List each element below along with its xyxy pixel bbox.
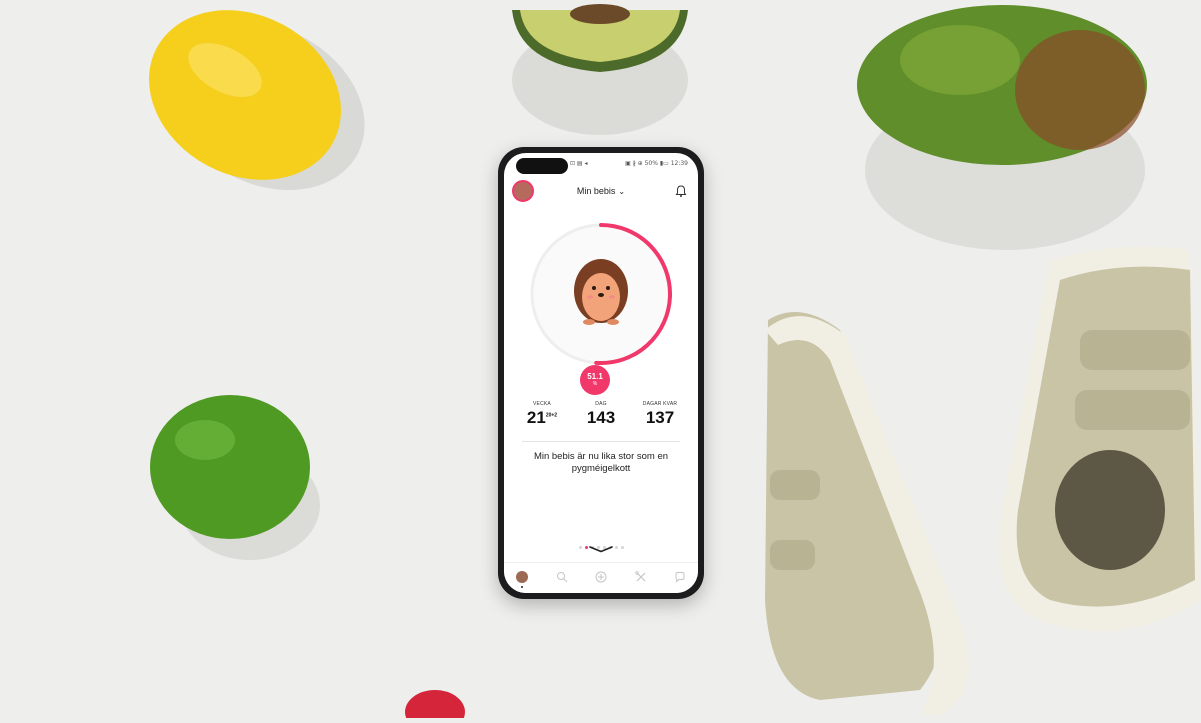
stat-week-sup: 20+2 bbox=[545, 412, 558, 419]
nav-active-dot bbox=[521, 586, 523, 588]
expand-chevron-icon[interactable] bbox=[588, 545, 614, 553]
chevron-down-icon: ⌄ bbox=[618, 187, 626, 196]
nav-home-avatar-icon[interactable] bbox=[516, 571, 528, 583]
baby-selector-label: Min bebis bbox=[576, 186, 616, 196]
nav-search-icon[interactable] bbox=[556, 571, 568, 583]
progress-percent-value: 51.1 bbox=[587, 372, 603, 381]
baby-selector[interactable]: Min bebis ⌄ bbox=[504, 186, 698, 196]
stat-week: VECKA 2120+2 bbox=[512, 401, 572, 428]
page-dot[interactable] bbox=[614, 546, 618, 549]
baby-size-description: Min bebis är nu lika stor som en pygméig… bbox=[533, 451, 669, 474]
stat-week-label: VECKA bbox=[533, 401, 551, 407]
app-screen: ⊡ ▤ ◂ ▣ ∦ ⊕ 50% ▮▭ 12:39 Min bebis ⌄ 51.… bbox=[504, 153, 698, 593]
stat-days-left-value: 137 bbox=[645, 408, 675, 427]
bottom-navigation bbox=[504, 562, 698, 593]
stat-day-value: 143 bbox=[586, 408, 616, 427]
stat-week-value: 2120+2 bbox=[526, 408, 558, 427]
divider bbox=[522, 441, 680, 442]
nav-add-icon[interactable] bbox=[595, 571, 607, 583]
stat-days-left: DAGAR KVAR 137 bbox=[630, 401, 690, 428]
stat-day-label: DAG bbox=[595, 401, 607, 407]
progress-ring bbox=[530, 223, 672, 365]
lime bbox=[150, 395, 310, 539]
nav-tools-icon[interactable] bbox=[635, 571, 647, 583]
progress-percent-unit: % bbox=[592, 381, 598, 387]
status-icons-left: ⊡ ▤ ◂ bbox=[570, 160, 588, 167]
page-dot[interactable] bbox=[620, 546, 624, 549]
status-icons-right: ▣ ∦ ⊕ 50% ▮▭ 12:39 bbox=[625, 160, 688, 167]
bell-icon[interactable] bbox=[674, 184, 688, 198]
stat-days-left-label: DAGAR KVAR bbox=[642, 401, 678, 407]
progress-percent-badge: 51.1 % bbox=[580, 365, 610, 395]
strawberry bbox=[405, 690, 465, 723]
page-dot[interactable] bbox=[578, 546, 582, 549]
phone: ⊡ ▤ ◂ ▣ ∦ ⊕ 50% ▮▭ 12:39 Min bebis ⌄ 51.… bbox=[498, 147, 704, 599]
camera-cutout bbox=[516, 158, 568, 174]
nav-chat-icon[interactable] bbox=[674, 571, 686, 583]
stat-day: DAG 143 bbox=[571, 401, 631, 428]
